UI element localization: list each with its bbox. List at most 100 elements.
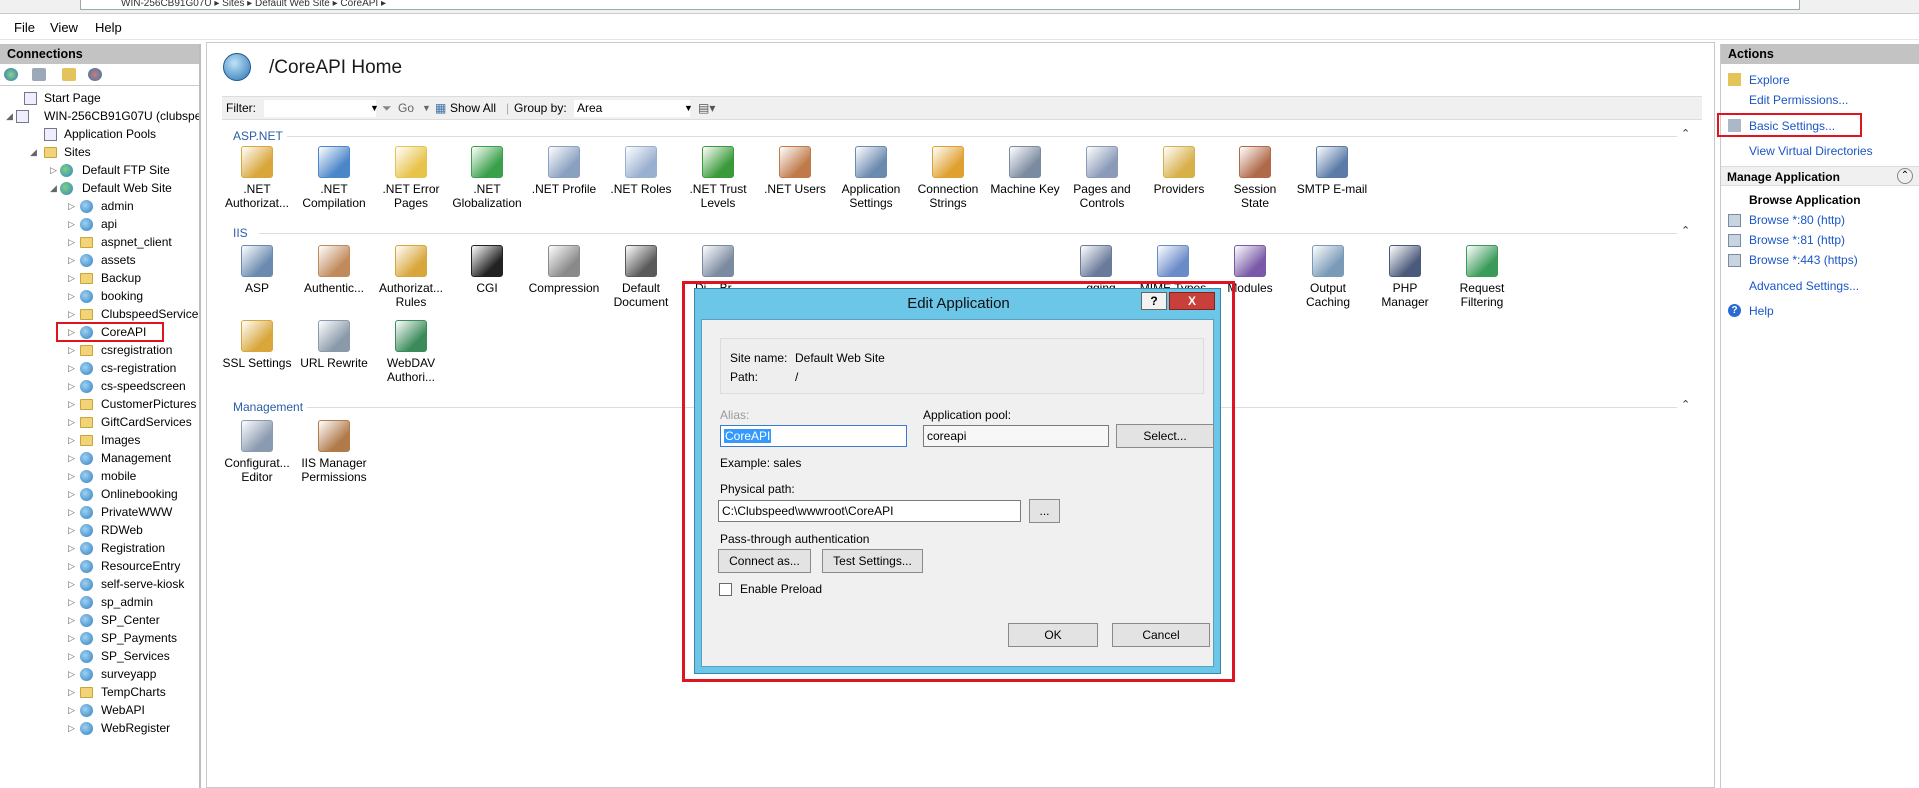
feature-item[interactable]: .NET Authorizat... xyxy=(220,146,294,210)
tree-item[interactable]: ▷ Backup xyxy=(0,269,199,287)
feature-item[interactable]: SSL Settings xyxy=(220,320,294,370)
expand-arrow-icon[interactable]: ▷ xyxy=(68,485,76,503)
tree-item[interactable]: ▷ admin xyxy=(0,197,199,215)
enable-preload-checkbox[interactable] xyxy=(719,583,732,596)
tree-item[interactable]: ▷ PrivateWWW xyxy=(0,503,199,521)
select-button[interactable]: Select... xyxy=(1116,424,1214,448)
menu-view[interactable]: View xyxy=(50,20,78,35)
expand-arrow-icon[interactable]: ▷ xyxy=(68,197,76,215)
expand-arrow-icon[interactable]: ▷ xyxy=(68,233,76,251)
tree-item[interactable]: ▷ cs-registration xyxy=(0,359,199,377)
feature-item[interactable]: .NET Roles xyxy=(604,146,678,196)
browse-443-link[interactable]: Browse *:443 (https) xyxy=(1749,253,1858,267)
tree-item[interactable]: ▷ TempCharts xyxy=(0,683,199,701)
tree-item[interactable]: ▷ cs-speedscreen xyxy=(0,377,199,395)
feature-item[interactable]: Connection Strings xyxy=(911,146,985,210)
go-button[interactable]: Go xyxy=(398,101,414,115)
tree-item[interactable]: ◢ Sites xyxy=(0,143,199,161)
collapse-arrow-icon[interactable]: ◢ xyxy=(50,179,58,197)
expand-arrow-icon[interactable]: ▷ xyxy=(50,161,58,179)
tree-item[interactable]: ▷ Onlinebooking xyxy=(0,485,199,503)
feature-item[interactable]: PHP Manager xyxy=(1368,245,1442,309)
tree-item[interactable]: ▷ aspnet_client xyxy=(0,233,199,251)
feature-item[interactable]: .NET Error Pages xyxy=(374,146,448,210)
explore-link[interactable]: Explore xyxy=(1749,73,1790,87)
disconnect-icon[interactable] xyxy=(88,68,102,81)
feature-item[interactable]: Application Settings xyxy=(834,146,908,210)
tree-item[interactable]: ▷ RDWeb xyxy=(0,521,199,539)
feature-item[interactable]: CGI xyxy=(450,245,524,295)
tree-item[interactable]: ▷ ClubspeedServices xyxy=(0,305,199,323)
tree-item[interactable]: ▷ SP_Center xyxy=(0,611,199,629)
tree-item[interactable]: ▷ surveyapp xyxy=(0,665,199,683)
tree-item[interactable]: ▷ self-serve-kiosk xyxy=(0,575,199,593)
expand-arrow-icon[interactable]: ▷ xyxy=(68,467,76,485)
tree-item[interactable]: ▷ mobile xyxy=(0,467,199,485)
tree-item[interactable]: ▷ csregistration xyxy=(0,341,199,359)
expand-arrow-icon[interactable]: ▷ xyxy=(68,377,76,395)
expand-arrow-icon[interactable]: ▷ xyxy=(68,269,76,287)
browse-81-link[interactable]: Browse *:81 (http) xyxy=(1749,233,1845,247)
feature-item[interactable]: .NET Compilation xyxy=(297,146,371,210)
expand-arrow-icon[interactable]: ▷ xyxy=(68,305,76,323)
feature-item[interactable]: WebDAV Authori... xyxy=(374,320,448,384)
expand-arrow-icon[interactable]: ▷ xyxy=(68,647,76,665)
test-settings-button[interactable]: Test Settings... xyxy=(822,549,923,573)
feature-item[interactable]: ASP xyxy=(220,245,294,295)
tree-item[interactable]: ▷ SP_Payments xyxy=(0,629,199,647)
feature-item[interactable]: .NET Globalization xyxy=(450,146,524,210)
tree-item[interactable]: ▷ WebRegister xyxy=(0,719,199,737)
tree-item[interactable]: Application Pools xyxy=(0,125,199,143)
ok-button[interactable]: OK xyxy=(1008,623,1098,647)
expand-arrow-icon[interactable]: ▷ xyxy=(68,539,76,557)
menu-file[interactable]: File xyxy=(14,20,35,35)
connect-icon[interactable] xyxy=(4,68,18,81)
tree-item[interactable]: ▷ Default FTP Site xyxy=(0,161,199,179)
collapse-management-icon[interactable]: ⌃ xyxy=(1681,398,1690,411)
feature-item[interactable]: .NET Users xyxy=(758,146,832,196)
feature-item[interactable]: Output Caching xyxy=(1291,245,1365,309)
expand-arrow-icon[interactable]: ▷ xyxy=(68,557,76,575)
feature-item[interactable]: Compression xyxy=(527,245,601,295)
expand-arrow-icon[interactable]: ▷ xyxy=(68,665,76,683)
collapse-arrow-icon[interactable]: ◢ xyxy=(6,107,14,125)
feature-item[interactable]: Authorizat... Rules xyxy=(374,245,448,309)
feature-item[interactable]: Pages and Controls xyxy=(1065,146,1139,210)
view-mode-icon[interactable]: ▤▾ xyxy=(698,101,715,115)
show-all-button[interactable]: Show All xyxy=(450,101,496,115)
expand-arrow-icon[interactable]: ▷ xyxy=(68,503,76,521)
feature-item[interactable]: Request Filtering xyxy=(1445,245,1519,309)
expand-arrow-icon[interactable]: ▷ xyxy=(68,449,76,467)
tree-item[interactable]: ◢ Default Web Site xyxy=(0,179,199,197)
menu-help[interactable]: Help xyxy=(95,20,122,35)
tree-item[interactable]: ▷ GiftCardServices xyxy=(0,413,199,431)
dialog-help-button[interactable]: ? xyxy=(1141,292,1167,310)
browse-path-button[interactable]: ... xyxy=(1029,499,1060,523)
filter-input[interactable] xyxy=(264,100,376,117)
tree-item[interactable]: ▷ Images xyxy=(0,431,199,449)
expand-arrow-icon[interactable]: ▷ xyxy=(68,719,76,737)
expand-arrow-icon[interactable]: ▷ xyxy=(68,575,76,593)
feature-item[interactable]: SMTP E-mail xyxy=(1295,146,1369,196)
feature-item[interactable]: IIS Manager Permissions xyxy=(297,420,371,484)
collapse-arrow-icon[interactable]: ◢ xyxy=(30,143,38,161)
tree-item[interactable]: ▷ sp_admin xyxy=(0,593,199,611)
tree-item[interactable]: ▷ ResourceEntry xyxy=(0,557,199,575)
tree-item[interactable]: ▷ WebAPI xyxy=(0,701,199,719)
tree-item[interactable]: ▷ Management xyxy=(0,449,199,467)
collapse-aspnet-icon[interactable]: ⌃ xyxy=(1681,127,1690,140)
expand-arrow-icon[interactable]: ▷ xyxy=(68,701,76,719)
expand-arrow-icon[interactable]: ▷ xyxy=(68,215,76,233)
expand-arrow-icon[interactable]: ▷ xyxy=(68,341,76,359)
collapse-manage-icon[interactable]: ⌃ xyxy=(1897,168,1913,184)
expand-arrow-icon[interactable]: ▷ xyxy=(68,395,76,413)
feature-item[interactable]: .NET Profile xyxy=(527,146,601,196)
feature-item[interactable]: Authentic... xyxy=(297,245,371,295)
tree-item[interactable]: ◢ WIN-256CB91G07U (clubspee xyxy=(0,107,199,125)
view-virtual-directories-link[interactable]: View Virtual Directories xyxy=(1749,144,1873,158)
feature-item[interactable]: URL Rewrite xyxy=(297,320,371,370)
advanced-settings-link[interactable]: Advanced Settings... xyxy=(1749,279,1859,293)
app-pool-field[interactable]: coreapi xyxy=(923,425,1109,447)
expand-arrow-icon[interactable]: ▷ xyxy=(68,413,76,431)
tree-item[interactable]: ▷ assets xyxy=(0,251,199,269)
